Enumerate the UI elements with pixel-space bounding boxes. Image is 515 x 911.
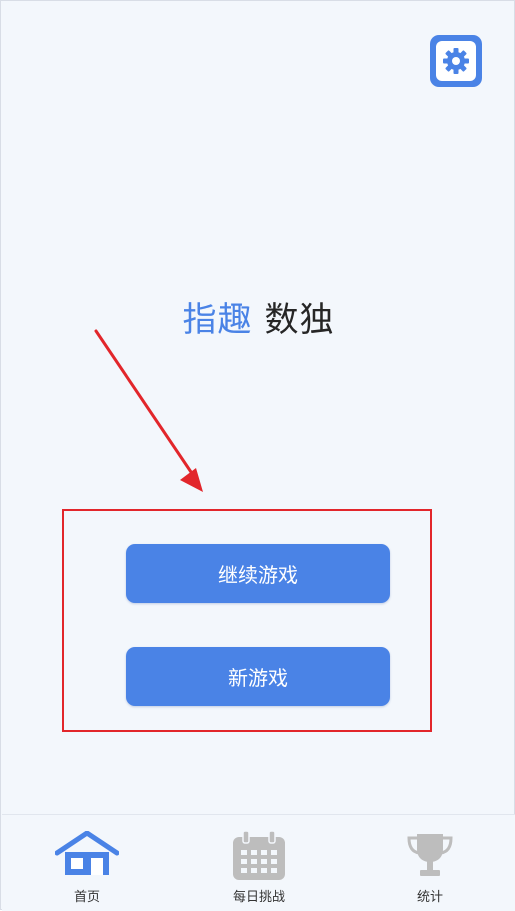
home-icon: [55, 831, 119, 875]
tab-statistics-label: 统计: [416, 890, 443, 905]
tab-statistics[interactable]: 统计: [375, 815, 485, 911]
app-screen: 指趣 数独 继续游戏 新游戏 首页 每日挑战 统计: [0, 0, 515, 911]
tab-home[interactable]: 首页: [32, 815, 142, 911]
gear-icon: [443, 48, 469, 74]
bottom-tab-bar: 首页 每日挑战 统计: [2, 814, 515, 911]
calendar-icon: [233, 831, 285, 880]
settings-button[interactable]: [430, 35, 482, 87]
app-title-brand: 指趣: [182, 300, 253, 340]
app-title-rest: 数独: [264, 300, 335, 340]
tab-daily-challenge-label: 每日挑战: [232, 890, 285, 905]
app-title: 指趣 数独: [1, 297, 515, 343]
tab-daily-challenge[interactable]: 每日挑战: [204, 815, 314, 911]
trophy-icon: [407, 834, 453, 876]
tab-home-label: 首页: [73, 890, 100, 905]
continue-game-button[interactable]: 继续游戏: [126, 544, 390, 603]
new-game-button[interactable]: 新游戏: [126, 647, 390, 706]
